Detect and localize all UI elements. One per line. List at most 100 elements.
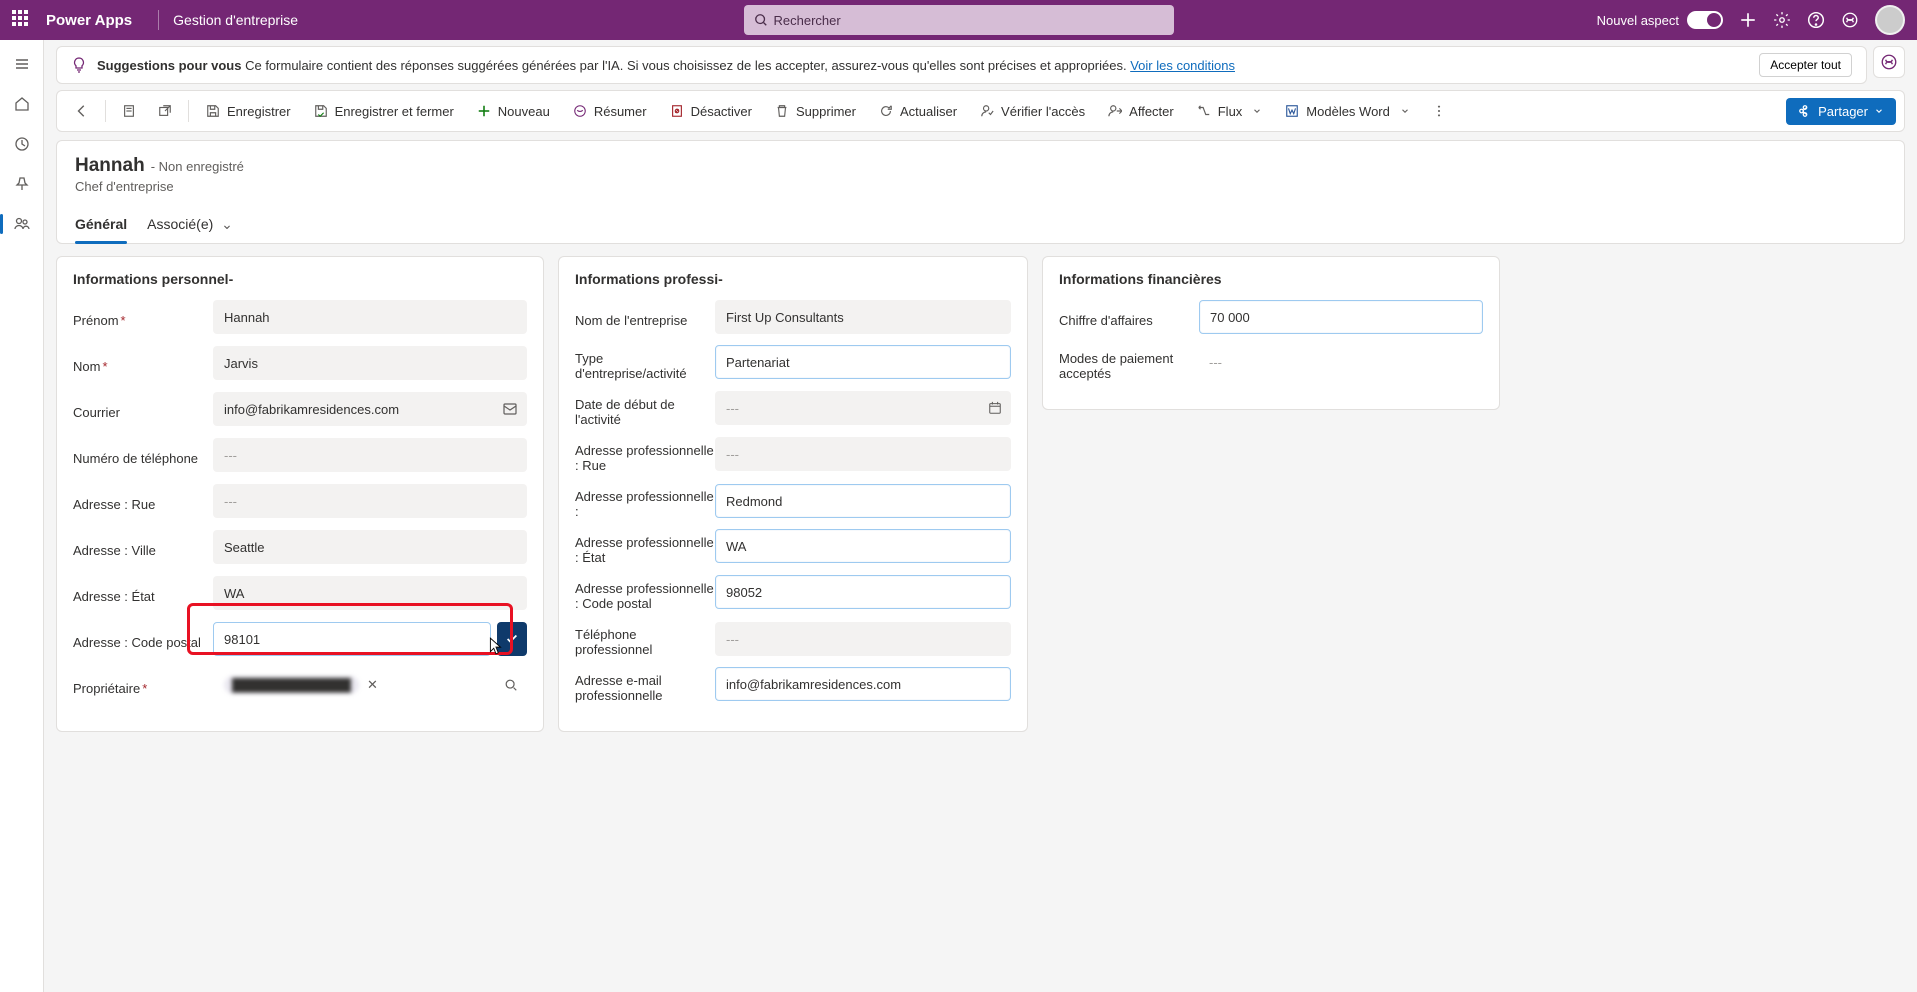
copilot-header-icon[interactable] <box>1841 11 1859 29</box>
label-phone: Numéro de téléphone <box>73 445 213 466</box>
deactivate-button[interactable]: Désactiver <box>659 97 762 125</box>
open-new-window-button[interactable] <box>148 98 182 124</box>
suggestion-text: Ce formulaire contient des réponses sugg… <box>245 58 1130 73</box>
label-payment: Modes de paiement acceptés <box>1059 345 1199 381</box>
label-state: Adresse : État <box>73 583 213 604</box>
search-icon <box>754 13 768 27</box>
form-selector-button[interactable] <box>112 98 146 124</box>
left-nav-rail <box>0 40 44 992</box>
input-bstreet[interactable]: --- <box>715 437 1011 471</box>
accept-all-button[interactable]: Accepter tout <box>1759 53 1852 77</box>
nav-pinned[interactable] <box>4 166 40 202</box>
flow-button[interactable]: Flux <box>1186 97 1273 125</box>
input-phone[interactable]: --- <box>213 438 527 472</box>
input-company[interactable]: First Up Consultants <box>715 300 1011 334</box>
search-icon[interactable] <box>504 678 518 692</box>
label-bstate: Adresse professionnelle : État <box>575 529 715 565</box>
chevron-down-icon <box>1874 106 1884 116</box>
app-name: Power Apps <box>46 12 132 29</box>
check-access-button[interactable]: Vérifier l'accès <box>969 97 1095 125</box>
suggestion-link[interactable]: Voir les conditions <box>1130 58 1235 73</box>
label-email: Courrier <box>73 399 213 420</box>
label-firstname: Prénom* <box>73 307 213 328</box>
input-bpostal[interactable]: 98052 <box>715 575 1011 609</box>
new-look-toggle[interactable]: Nouvel aspect <box>1597 11 1723 29</box>
label-city: Adresse : Ville <box>73 537 213 558</box>
overflow-button[interactable] <box>1422 98 1456 124</box>
input-city[interactable]: Seattle <box>213 530 527 564</box>
input-email[interactable]: info@fabrikamresidences.com <box>213 392 527 426</box>
record-subtitle: Chef d'entreprise <box>75 179 1886 194</box>
label-btype: Type d'entreprise/activité <box>575 345 715 381</box>
section-title-financial: Informations financières <box>1059 271 1483 287</box>
search-placeholder: Rechercher <box>774 13 841 28</box>
mail-icon <box>502 401 518 417</box>
input-lastname[interactable]: Jarvis <box>213 346 527 380</box>
toggle-switch-icon <box>1687 11 1723 29</box>
settings-icon[interactable] <box>1773 11 1791 29</box>
input-bcity[interactable]: Redmond <box>715 484 1011 518</box>
check-icon <box>505 632 519 646</box>
label-company: Nom de l'entreprise <box>575 307 715 328</box>
new-look-label: Nouvel aspect <box>1597 13 1679 28</box>
input-firstname[interactable]: Hannah <box>213 300 527 334</box>
label-owner: Propriétaire* <box>73 675 213 696</box>
summarize-button[interactable]: Résumer <box>562 97 657 125</box>
refresh-button[interactable]: Actualiser <box>868 97 967 125</box>
share-icon <box>1798 104 1812 118</box>
save-and-close-button[interactable]: Enregistrer et fermer <box>303 97 464 125</box>
help-icon[interactable] <box>1807 11 1825 29</box>
lightbulb-icon <box>71 57 87 73</box>
save-button[interactable]: Enregistrer <box>195 97 301 125</box>
label-bpostal: Adresse professionnelle : Code postal <box>575 575 715 611</box>
nav-recent[interactable] <box>4 126 40 162</box>
label-revenue: Chiffre d'affaires <box>1059 307 1199 328</box>
input-owner[interactable]: ██████████████ ✕ <box>213 668 527 702</box>
chevron-down-icon: ⌄ <box>221 216 233 232</box>
environment-name[interactable]: Gestion d'entreprise <box>173 12 298 28</box>
label-lastname: Nom* <box>73 353 213 374</box>
nav-entity[interactable] <box>4 206 40 242</box>
label-bstreet: Adresse professionnelle : Rue <box>575 437 715 473</box>
input-start-date[interactable]: --- <box>715 391 1011 425</box>
suggestion-title: Suggestions pour vous <box>97 58 241 73</box>
tab-general[interactable]: Général <box>75 208 127 243</box>
share-button[interactable]: Partager <box>1786 98 1896 125</box>
label-start-date: Date de début de l'activité <box>575 391 715 427</box>
calendar-icon <box>988 401 1002 415</box>
tab-related[interactable]: Associé(e) ⌄ <box>147 208 233 243</box>
section-title-professional: Informations professi- <box>575 271 1011 287</box>
input-btype[interactable]: Partenariat <box>715 345 1011 379</box>
input-bstate[interactable]: WA <box>715 529 1011 563</box>
new-button[interactable]: Nouveau <box>466 97 560 125</box>
input-state[interactable]: WA <box>213 576 527 610</box>
back-button[interactable] <box>65 98 99 124</box>
nav-home[interactable] <box>4 86 40 122</box>
waffle-icon[interactable] <box>12 10 32 30</box>
input-postal[interactable]: 98101 <box>213 622 491 656</box>
cursor-icon <box>487 637 505 655</box>
unsaved-indicator: - Non enregistré <box>151 159 244 174</box>
clear-owner-icon[interactable]: ✕ <box>367 677 378 693</box>
add-icon[interactable] <box>1739 11 1757 29</box>
label-bcity: Adresse professionnelle : <box>575 483 715 519</box>
label-bphone: Téléphone professionnel <box>575 621 715 657</box>
input-bemail[interactable]: info@fabrikamresidences.com <box>715 667 1011 701</box>
assign-button[interactable]: Affecter <box>1097 97 1184 125</box>
command-bar: Enregistrer Enregistrer et fermer Nouvea… <box>56 90 1905 132</box>
delete-button[interactable]: Supprimer <box>764 97 866 125</box>
input-revenue[interactable]: 70 000 <box>1199 300 1483 334</box>
form-tabs: Général Associé(e) ⌄ <box>75 208 1886 243</box>
global-search[interactable]: Rechercher <box>744 5 1174 35</box>
input-street[interactable]: --- <box>213 484 527 518</box>
record-header: Hannah - Non enregistré Chef d'entrepris… <box>56 140 1905 244</box>
user-avatar[interactable] <box>1875 5 1905 35</box>
input-payment[interactable]: --- <box>1199 345 1483 379</box>
word-templates-button[interactable]: Modèles Word <box>1274 97 1420 125</box>
input-bphone[interactable]: --- <box>715 622 1011 656</box>
nav-hamburger[interactable] <box>4 46 40 82</box>
main-content: Suggestions pour vous Ce formulaire cont… <box>44 40 1917 992</box>
section-financial: Informations financières Chiffre d'affai… <box>1042 256 1500 410</box>
label-street: Adresse : Rue <box>73 491 213 512</box>
copilot-badge[interactable] <box>1873 46 1905 78</box>
